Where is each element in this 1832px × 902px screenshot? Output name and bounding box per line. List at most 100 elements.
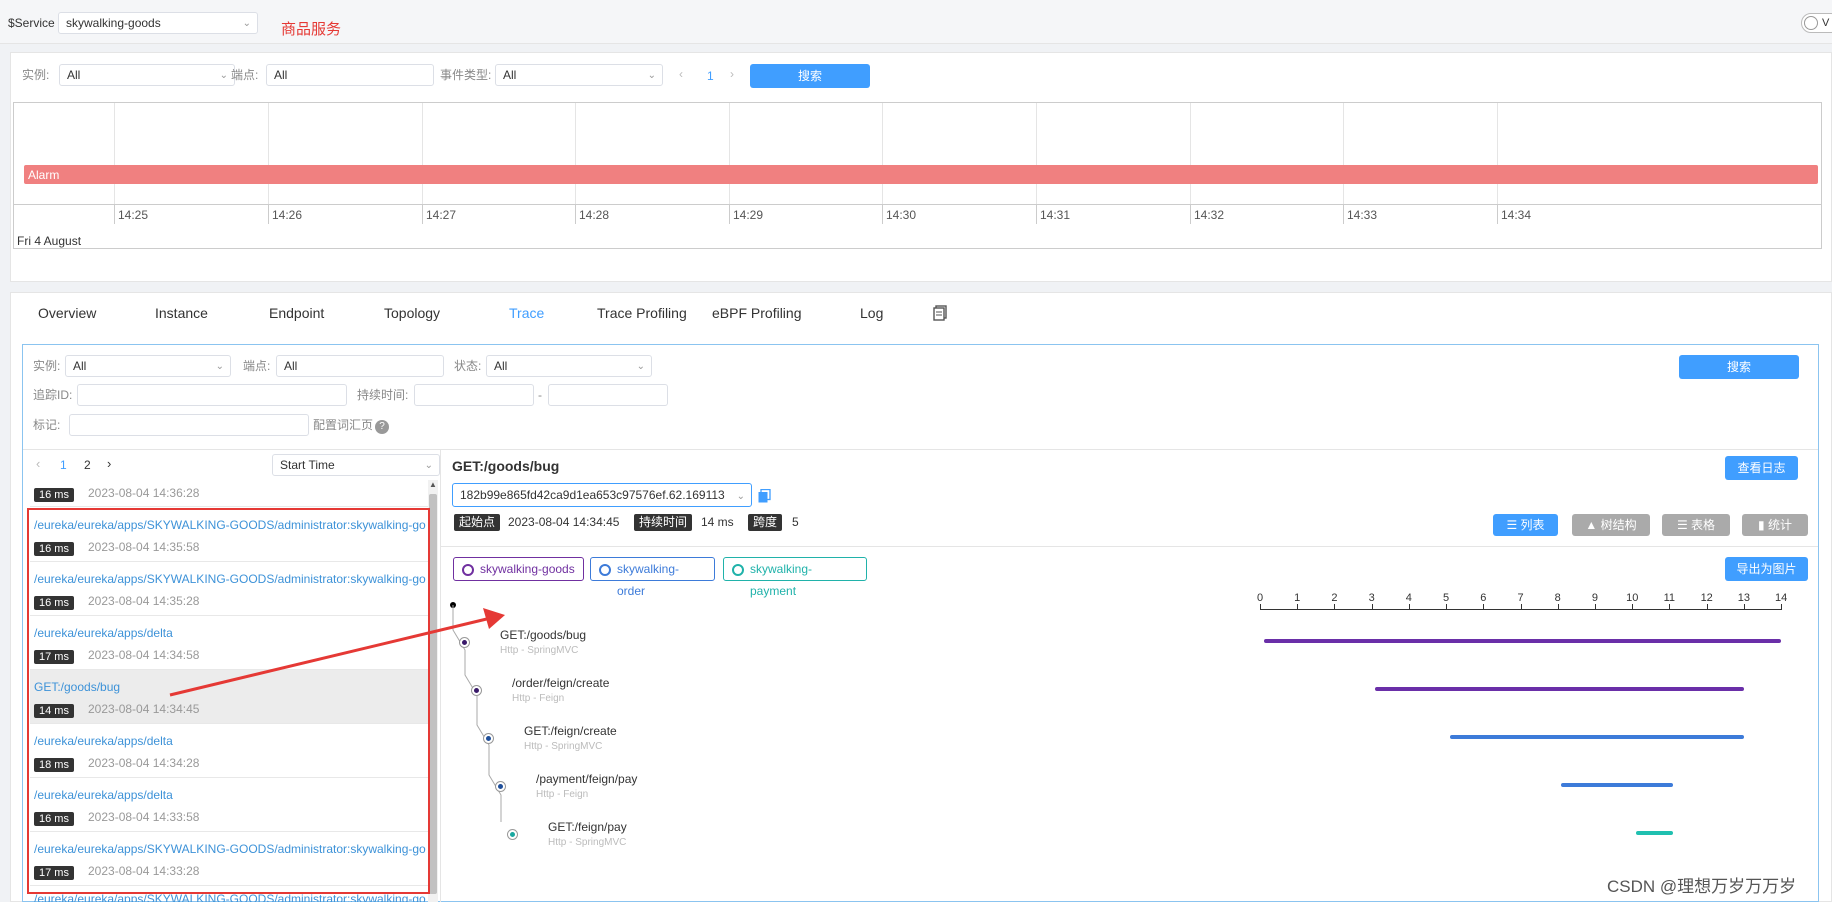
service-tag-label: skywalking-goods <box>480 562 575 576</box>
tag-input[interactable] <box>69 414 309 436</box>
event-endpoint-label: 端点: <box>231 68 259 82</box>
span-name[interactable]: GET:/feign/pay <box>548 820 627 834</box>
event-instance-select[interactable]: All ⌄ <box>59 64 235 86</box>
span-badge: 跨度 <box>748 514 783 531</box>
timeline-tick-label: 14:25 <box>118 208 149 222</box>
timeline-tick-label: 14:33 <box>1347 208 1378 222</box>
tab-log[interactable]: Log <box>860 305 883 321</box>
event-endpoint-value: All <box>274 68 288 82</box>
top-bar: $Service skywalking-goods ⌄ 商品服务 V <box>0 0 1832 44</box>
view-list-button[interactable]: ☰ 列表 <box>1493 514 1558 536</box>
trace-instance-value: All <box>73 359 87 373</box>
span-bar[interactable] <box>1635 831 1674 835</box>
span-bar[interactable] <box>1449 735 1744 739</box>
service-select[interactable]: skywalking-goods ⌄ <box>58 12 258 34</box>
time-scale-label: 1 <box>1294 592 1301 604</box>
span-name[interactable]: /payment/feign/pay <box>536 772 637 786</box>
event-endpoint-input[interactable]: All <box>266 64 434 86</box>
trace-list-page-2[interactable]: 2 <box>84 458 91 472</box>
event-type-select[interactable]: All ⌄ <box>495 64 663 86</box>
timeline-gridline <box>882 103 883 204</box>
tab-topology[interactable]: Topology <box>384 305 440 321</box>
service-tag[interactable]: skywalking-payment <box>723 557 867 598</box>
view-table-button[interactable]: ☰ 表格 <box>1662 514 1730 536</box>
event-search-button[interactable]: 搜索 <box>750 64 870 88</box>
timeline-tick-label: 14:28 <box>579 208 610 222</box>
pager-prev-icon[interactable]: ‹ <box>679 67 683 81</box>
service-tag[interactable]: skywalking-order <box>590 557 715 598</box>
span-bar[interactable] <box>1375 687 1744 691</box>
trace-id-label: 追踪ID: <box>33 388 73 402</box>
annotation-arrow <box>169 608 505 697</box>
timeline-tick-mark <box>575 204 576 224</box>
span-bar[interactable] <box>1263 639 1781 643</box>
time-scale-axis <box>1260 609 1781 610</box>
trace-search-button[interactable]: 搜索 <box>1679 355 1799 379</box>
trace-list-partial-row: /eureka/eureka/apps/SKYWALKING-GOODS/adm… <box>34 893 426 902</box>
export-image-button[interactable]: 导出为图片 <box>1725 557 1808 581</box>
span-dot[interactable] <box>496 782 505 791</box>
time-scale-tick <box>1781 604 1782 610</box>
view-table-label: 表格 <box>1691 518 1716 532</box>
scroll-up-icon[interactable]: ▲ <box>429 480 437 489</box>
time-scale-label: 5 <box>1443 592 1450 604</box>
view-logs-button[interactable]: 查看日志 <box>1725 456 1798 480</box>
timeline-gridline <box>729 103 730 204</box>
trace-list-page-1[interactable]: 1 <box>60 458 67 472</box>
timeline-axis <box>14 204 1821 205</box>
event-panel: 实例: All ⌄ 端点: All 事件类型: All ⌄ ‹ 1 › 搜索 A… <box>10 52 1832 282</box>
timeline-tick-label: 14:30 <box>886 208 917 222</box>
circle-icon <box>732 564 744 576</box>
span-bar[interactable] <box>1561 783 1674 787</box>
view-tree-button[interactable]: ▲ 树结构 <box>1572 514 1650 536</box>
trace-first-row[interactable]: 16 ms 2023-08-04 14:36:28 <box>30 480 428 507</box>
span-dot[interactable] <box>508 830 517 839</box>
span-layer: Http - SpringMVC <box>548 837 627 848</box>
timeline-gridline <box>114 103 115 204</box>
chevron-down-icon: ⌄ <box>215 361 224 372</box>
config-vocab-label[interactable]: 配置词汇页 <box>313 414 373 436</box>
view-toggle[interactable]: V <box>1801 13 1832 33</box>
duration-max-input[interactable] <box>548 384 668 406</box>
trace-id-input[interactable] <box>77 384 347 406</box>
pager-current[interactable]: 1 <box>707 69 714 83</box>
list-icon: ☰ <box>1506 518 1521 532</box>
duration-min-input[interactable] <box>414 384 534 406</box>
trace-sort-select[interactable]: Start Time ⌄ <box>272 454 440 476</box>
tab-instance[interactable]: Instance <box>155 305 208 321</box>
span-name[interactable]: /order/feign/create <box>512 676 609 690</box>
trace-instance-select[interactable]: All ⌄ <box>65 355 231 377</box>
trace-list-pager-next-icon[interactable]: › <box>107 456 111 471</box>
tab-endpoint[interactable]: Endpoint <box>269 305 324 321</box>
event-instance-label: 实例: <box>22 68 50 82</box>
tab-overview[interactable]: Overview <box>38 305 96 321</box>
alarm-band[interactable]: Alarm <box>24 165 1818 184</box>
service-label: $Service <box>8 16 55 30</box>
detail-divider <box>441 546 1818 547</box>
tab-ebpf-profiling[interactable]: eBPF Profiling <box>712 305 801 321</box>
tab-trace[interactable]: Trace <box>509 305 544 321</box>
timeline-tick-label: 14:29 <box>733 208 764 222</box>
event-type-label: 事件类型: <box>440 68 492 82</box>
trace-status-select[interactable]: All ⌄ <box>486 355 652 377</box>
copy-trace-id-icon[interactable] <box>758 488 771 503</box>
copy-dashboard-icon[interactable] <box>933 305 947 321</box>
chevron-down-icon: ⌄ <box>424 460 433 471</box>
pager-next-icon[interactable]: › <box>730 67 734 81</box>
trace-id-select[interactable]: 182b99e865fd42ca9d1ea653c97576ef.62.1691… <box>452 483 752 507</box>
time-scale-label: 2 <box>1331 592 1338 604</box>
help-icon[interactable]: ? <box>375 420 389 434</box>
trace-list-pager-prev-icon[interactable]: ‹ <box>36 456 40 471</box>
time-scale-label: 8 <box>1554 592 1561 604</box>
view-stats-button[interactable]: ▮ 统计 <box>1742 514 1808 536</box>
time-scale-label: 13 <box>1737 592 1751 604</box>
service-tag[interactable]: skywalking-goods <box>453 557 584 581</box>
span-dot[interactable] <box>484 734 493 743</box>
time-scale-label: 4 <box>1405 592 1412 604</box>
view-stats-label: 统计 <box>1767 518 1792 532</box>
view-list-label: 列表 <box>1520 518 1545 532</box>
span-name[interactable]: GET:/feign/create <box>524 724 617 738</box>
duration-badge: 16 ms <box>34 488 74 502</box>
trace-endpoint-input[interactable]: All <box>276 355 444 377</box>
tab-trace-profiling[interactable]: Trace Profiling <box>597 305 687 321</box>
